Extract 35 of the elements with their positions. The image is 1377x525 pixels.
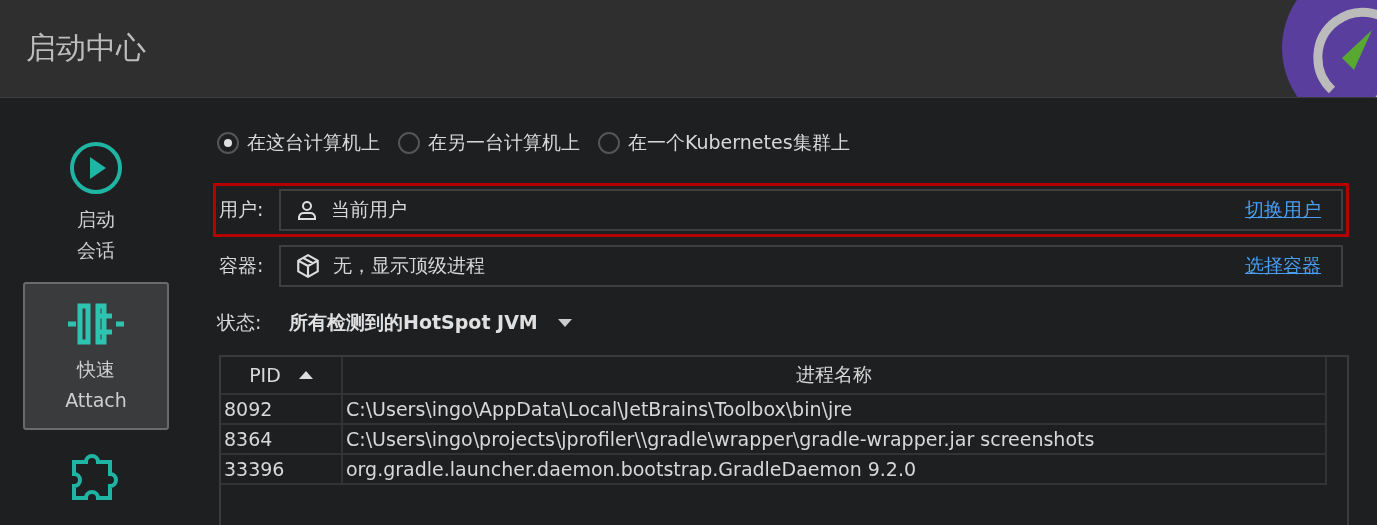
sidebar-item[interactable]: 启动 会话 <box>23 138 169 268</box>
field-value: 无，显示顶级进程 <box>333 253 486 278</box>
field-link[interactable]: 切换用户 <box>1245 197 1321 223</box>
radio-label[interactable]: 在一个Kubernetes集群上 <box>628 130 850 156</box>
field-label: 用户: <box>219 197 265 222</box>
sidebar-item[interactable]: 快速 Attach <box>23 282 169 430</box>
table-cell: C:\Users\ingo\projects\jprofiler\\gradle\wrapper\gradle-wrapper.jar screenshots <box>343 425 1327 453</box>
play-icon <box>68 140 124 196</box>
sidebar-label: 快速 Attach <box>65 357 127 413</box>
radio-label[interactable]: 在这台计算机上 <box>247 130 380 156</box>
table-cell: org.gradle.launcher.daemon.bootstrap.GradleDaemon 9.2.0 <box>343 455 1327 483</box>
column-header[interactable]: 进程名称 <box>343 357 1327 393</box>
table-cell: 8092 <box>221 395 343 423</box>
radio-button[interactable] <box>598 132 620 154</box>
gauge-logo-icon <box>1282 0 1377 97</box>
window-title: 启动中心 <box>26 29 146 67</box>
sidebar-label: 启动 会话 <box>77 207 115 263</box>
radio-button[interactable] <box>217 132 239 154</box>
status-label: 状态: <box>217 310 263 335</box>
table-cell: 33396 <box>221 455 343 483</box>
status-dropdown[interactable]: 所有检测到的HotSpot JVM <box>289 310 538 336</box>
column-header[interactable]: PID <box>221 357 343 393</box>
field-value: 当前用户 <box>331 197 408 222</box>
radio-button[interactable] <box>398 132 420 154</box>
selector-field[interactable]: 无，显示顶级进程 选择容器 <box>279 245 1343 287</box>
plug-icon <box>66 302 126 346</box>
radio-label[interactable]: 在另一台计算机上 <box>428 130 580 156</box>
selector-field[interactable]: 当前用户 切换用户 <box>279 189 1343 231</box>
field-label: 容器: <box>219 253 265 278</box>
dropdown-caret-icon[interactable] <box>557 319 572 327</box>
user-icon <box>295 198 319 222</box>
table-cell: C:\Users\ingo\AppData\Local\JetBrains\Toolbox\bin\jre <box>343 395 1327 423</box>
box-icon <box>295 253 321 279</box>
field-link[interactable]: 选择容器 <box>1245 253 1321 279</box>
table-cell: 8364 <box>221 425 343 453</box>
